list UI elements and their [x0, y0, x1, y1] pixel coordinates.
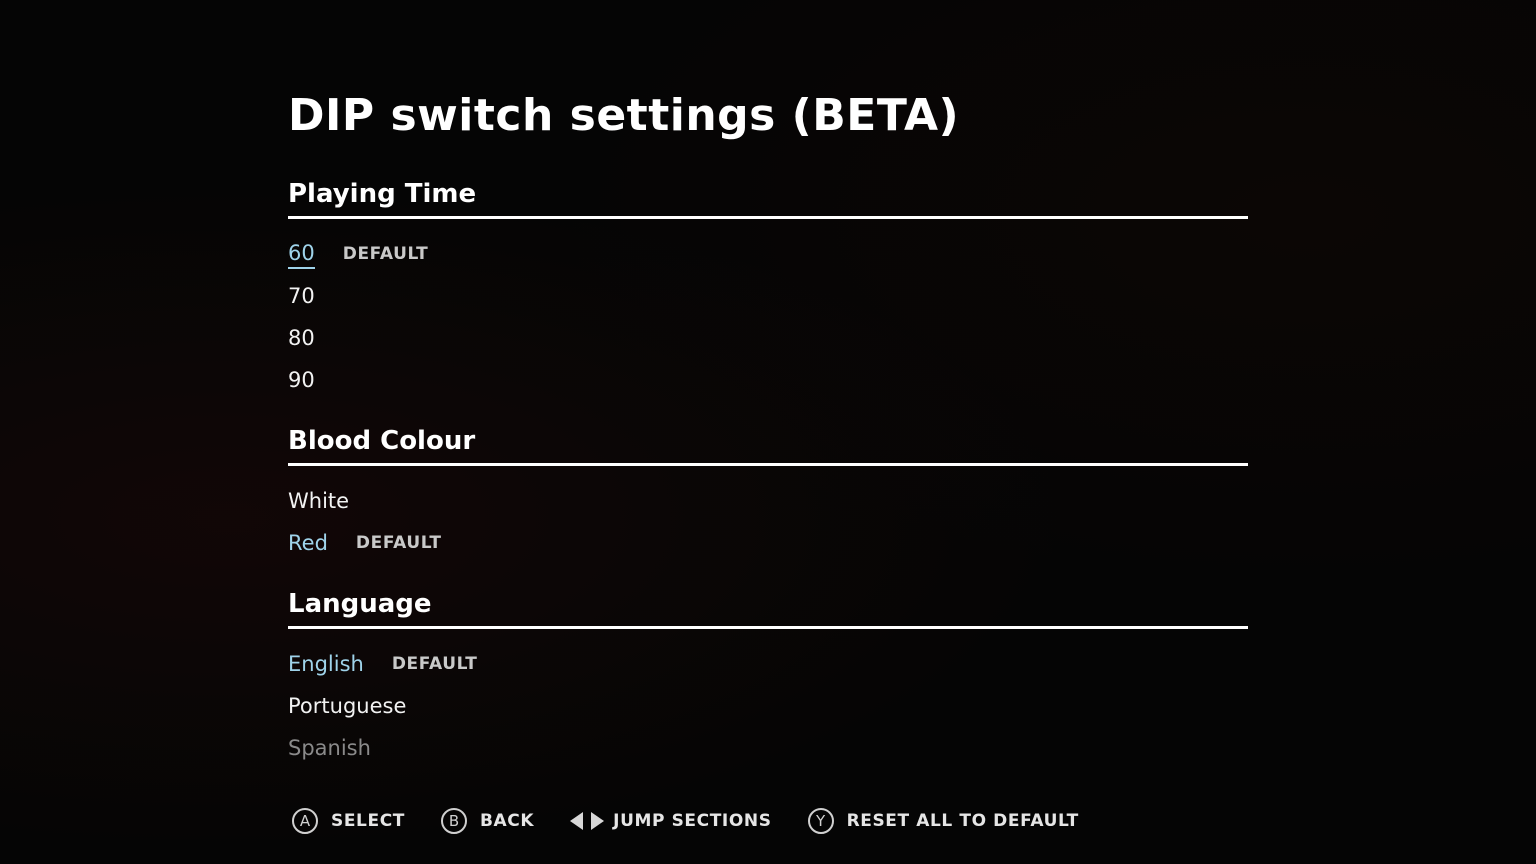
option-label: White: [288, 489, 350, 513]
blood-colour-options: White Red DEFAULT: [288, 480, 1248, 564]
jump-sections-hint[interactable]: JUMP SECTIONS: [570, 810, 771, 832]
left-right-arrows-icon: [570, 810, 605, 832]
option-playing-time-80[interactable]: 80: [288, 317, 1248, 359]
option-label: Red: [288, 531, 328, 555]
option-language-english[interactable]: English DEFAULT: [288, 643, 1248, 685]
section-blood-colour: Blood Colour White Red DEFAULT: [288, 425, 1248, 564]
option-label: 70: [288, 284, 315, 308]
default-tag: DEFAULT: [355, 533, 442, 553]
reset-all-label: RESET ALL TO DEFAULT: [846, 811, 1079, 831]
section-header-playing-time: Playing Time: [288, 178, 1248, 219]
section-language: Language English DEFAULT Portuguese Span…: [288, 588, 1248, 769]
option-label: English: [288, 652, 364, 676]
option-blood-colour-white[interactable]: White: [288, 480, 1248, 522]
option-language-portuguese[interactable]: Portuguese: [288, 685, 1248, 727]
option-playing-time-90[interactable]: 90: [288, 359, 1248, 401]
back-label: BACK: [479, 811, 535, 831]
option-playing-time-60[interactable]: 60 DEFAULT: [288, 233, 1248, 275]
option-blood-colour-red[interactable]: Red DEFAULT: [288, 522, 1248, 564]
default-tag: DEFAULT: [391, 654, 478, 674]
section-header-language: Language: [288, 588, 1248, 629]
b-button-icon: B: [440, 808, 467, 834]
back-hint[interactable]: B BACK: [440, 808, 535, 834]
option-label: 60: [288, 239, 315, 269]
default-tag: DEFAULT: [342, 244, 429, 264]
section-playing-time: Playing Time 60 DEFAULT 70 80 90: [288, 178, 1248, 401]
section-header-blood-colour: Blood Colour: [288, 425, 1248, 466]
option-label: 90: [288, 368, 315, 392]
dip-switch-settings-screen: DIP switch settings (BETA) Playing Time …: [0, 0, 1536, 864]
option-label: 80: [288, 326, 315, 350]
a-button-icon: A: [292, 808, 318, 834]
language-options: English DEFAULT Portuguese Spanish: [288, 643, 1248, 769]
y-button-icon: Y: [807, 808, 834, 834]
reset-all-hint[interactable]: Y RESET ALL TO DEFAULT: [807, 808, 1079, 834]
option-playing-time-70[interactable]: 70: [288, 275, 1248, 317]
option-language-spanish[interactable]: Spanish: [288, 727, 1248, 769]
footer-button-hints: A SELECT B BACK JUMP SECTIONS Y RESET AL…: [292, 804, 1115, 838]
option-label: Spanish: [288, 736, 371, 760]
option-label: Portuguese: [288, 694, 407, 718]
playing-time-options: 60 DEFAULT 70 80 90: [288, 233, 1248, 401]
jump-sections-label: JUMP SECTIONS: [613, 811, 772, 831]
select-hint[interactable]: A SELECT: [292, 808, 405, 834]
page-title: DIP switch settings (BETA): [288, 90, 960, 141]
select-label: SELECT: [331, 811, 405, 831]
